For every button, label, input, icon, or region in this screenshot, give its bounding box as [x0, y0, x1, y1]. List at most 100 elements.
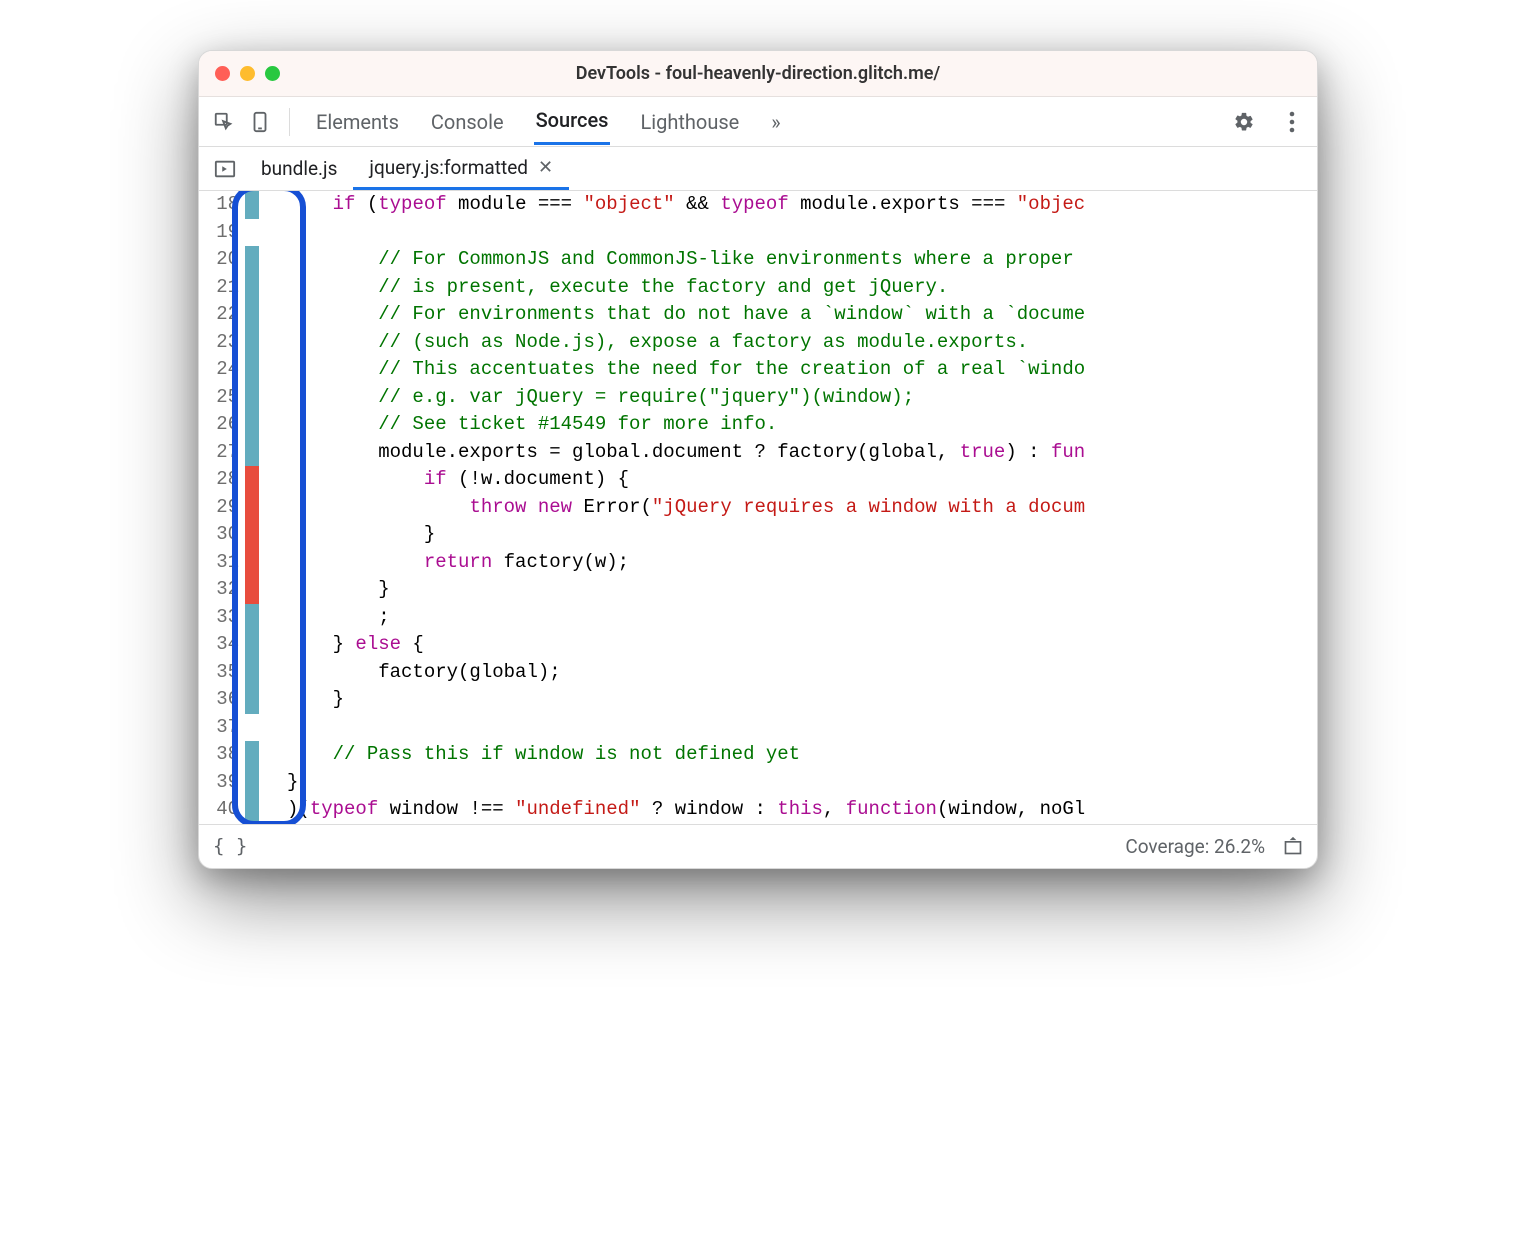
format-button[interactable]: { }	[213, 835, 247, 857]
line-number: 38	[199, 741, 245, 769]
code-line[interactable]: // For environments that do not have a `…	[287, 301, 1317, 329]
code-line[interactable]: factory(global);	[287, 659, 1317, 687]
coverage-marker	[245, 741, 259, 769]
code-line[interactable]	[287, 219, 1317, 247]
code-line[interactable]: if (typeof module === "object" && typeof…	[287, 191, 1317, 219]
toolbar-divider	[289, 108, 290, 136]
tab-overflow[interactable]: »	[769, 100, 782, 144]
tab-lighthouse[interactable]: Lighthouse	[638, 100, 741, 144]
code-line[interactable]: // See ticket #14549 for more info.	[287, 411, 1317, 439]
gutter-row: 25	[199, 384, 259, 412]
line-number: 31	[199, 549, 245, 577]
tab-sources[interactable]: Sources	[534, 98, 611, 145]
gutter-row: 32	[199, 576, 259, 604]
gutter-row: 35	[199, 659, 259, 687]
gutter-row: 24	[199, 356, 259, 384]
code-line[interactable]: ;	[287, 604, 1317, 632]
inspect-element-icon[interactable]	[209, 107, 239, 137]
code-line[interactable]: )(typeof window !== "undefined" ? window…	[287, 796, 1317, 824]
line-number: 34	[199, 631, 245, 659]
code-line[interactable]: }	[287, 576, 1317, 604]
coverage-marker	[245, 549, 259, 577]
coverage-marker	[245, 301, 259, 329]
code-content[interactable]: if (typeof module === "object" && typeof…	[259, 191, 1317, 824]
gutter-row: 20	[199, 246, 259, 274]
code-line[interactable]	[287, 714, 1317, 742]
toolbar-right	[1229, 107, 1307, 137]
line-number: 22	[199, 301, 245, 329]
tab-elements[interactable]: Elements	[314, 100, 401, 144]
gutter-row: 28	[199, 466, 259, 494]
gutter-row: 37	[199, 714, 259, 742]
coverage-marker	[245, 466, 259, 494]
code-line[interactable]: // is present, execute the factory and g…	[287, 274, 1317, 302]
code-line[interactable]: // Pass this if window is not defined ye…	[287, 741, 1317, 769]
file-tab-label: bundle.js	[261, 157, 337, 180]
coverage-marker	[245, 659, 259, 687]
line-number: 27	[199, 439, 245, 467]
gutter-row: 19	[199, 219, 259, 247]
navigator-toggle-icon[interactable]	[205, 147, 245, 190]
code-editor[interactable]: 1819202122232425262728293031323334353637…	[199, 191, 1317, 824]
line-number: 37	[199, 714, 245, 742]
tab-console[interactable]: Console	[429, 100, 506, 144]
main-toolbar: Elements Console Sources Lighthouse »	[199, 97, 1317, 147]
gutter-row: 22	[199, 301, 259, 329]
file-tab-jquery[interactable]: jquery.js:formatted ✕	[353, 147, 569, 190]
gutter-row: 21	[199, 274, 259, 302]
device-toggle-icon[interactable]	[245, 107, 275, 137]
code-line[interactable]: }	[287, 769, 1317, 797]
gutter-row: 31	[199, 549, 259, 577]
file-tab-bundle[interactable]: bundle.js	[245, 147, 353, 190]
coverage-marker	[245, 796, 259, 824]
close-window-button[interactable]	[215, 66, 230, 81]
minimize-window-button[interactable]	[240, 66, 255, 81]
close-tab-icon[interactable]: ✕	[538, 157, 553, 178]
coverage-marker	[245, 329, 259, 357]
gutter-row: 38	[199, 741, 259, 769]
line-number: 33	[199, 604, 245, 632]
coverage-marker	[245, 356, 259, 384]
coverage-marker	[245, 686, 259, 714]
gutter-row: 26	[199, 411, 259, 439]
settings-icon[interactable]	[1229, 107, 1259, 137]
more-icon[interactable]	[1277, 107, 1307, 137]
code-line[interactable]: // e.g. var jQuery = require("jquery")(w…	[287, 384, 1317, 412]
code-line[interactable]: throw new Error("jQuery requires a windo…	[287, 494, 1317, 522]
code-line[interactable]: return factory(w);	[287, 549, 1317, 577]
gutter-row: 33	[199, 604, 259, 632]
titlebar: DevTools - foul-heavenly-direction.glitc…	[199, 51, 1317, 97]
coverage-marker	[245, 274, 259, 302]
line-number: 35	[199, 659, 245, 687]
gutter-row: 40	[199, 796, 259, 824]
maximize-window-button[interactable]	[265, 66, 280, 81]
line-number: 29	[199, 494, 245, 522]
gutter-row: 27	[199, 439, 259, 467]
code-line[interactable]: // This accentuates the need for the cre…	[287, 356, 1317, 384]
code-line[interactable]: // (such as Node.js), expose a factory a…	[287, 329, 1317, 357]
code-line[interactable]: module.exports = global.document ? facto…	[287, 439, 1317, 467]
line-number: 18	[199, 191, 245, 219]
line-number: 32	[199, 576, 245, 604]
gutter-row: 18	[199, 191, 259, 219]
file-tab-label: jquery.js:formatted	[369, 156, 528, 179]
gutter-row: 30	[199, 521, 259, 549]
code-line[interactable]: // For CommonJS and CommonJS-like enviro…	[287, 246, 1317, 274]
line-number: 23	[199, 329, 245, 357]
line-number: 25	[199, 384, 245, 412]
line-number: 40	[199, 796, 245, 824]
code-line[interactable]: } else {	[287, 631, 1317, 659]
line-number: 20	[199, 246, 245, 274]
code-line[interactable]: }	[287, 686, 1317, 714]
code-line[interactable]: }	[287, 521, 1317, 549]
line-number: 24	[199, 356, 245, 384]
coverage-marker	[245, 521, 259, 549]
coverage-marker	[245, 769, 259, 797]
code-line[interactable]: if (!w.document) {	[287, 466, 1317, 494]
drawer-toggle-icon[interactable]	[1283, 836, 1303, 856]
line-number: 21	[199, 274, 245, 302]
line-number: 28	[199, 466, 245, 494]
gutter-row: 34	[199, 631, 259, 659]
line-number: 39	[199, 769, 245, 797]
coverage-marker	[245, 576, 259, 604]
